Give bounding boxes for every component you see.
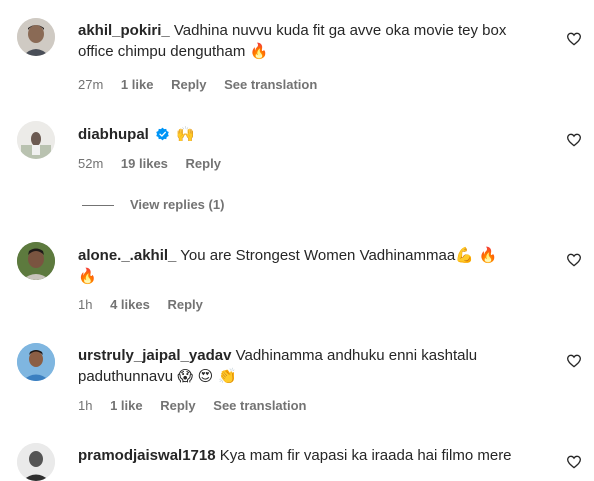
like-count[interactable]: 4 likes (110, 297, 150, 312)
comment-username[interactable]: urstruly_jaipal_yadav (78, 347, 231, 364)
comment-time[interactable]: 27m (78, 77, 103, 92)
comment-time[interactable]: 52m (78, 156, 103, 171)
comment-time[interactable]: 1h (78, 398, 92, 413)
comment-body: pramodjaiswal1718 Kya mam fir vapasi ka … (78, 446, 556, 466)
like-count[interactable]: 19 likes (121, 156, 168, 171)
emoji-group: 😱 😍 👏 (177, 367, 237, 385)
fire-emoji: 🔥 (249, 42, 269, 60)
comment-meta: 52m 19 likes Reply (78, 156, 235, 172)
comment-text-cont: office chimpu dengutham (78, 43, 246, 60)
avatar[interactable] (17, 242, 55, 280)
heart-icon[interactable] (566, 252, 582, 268)
comment-meta: 1h 1 like Reply See translation (78, 398, 320, 414)
like-count[interactable]: 1 like (110, 398, 143, 413)
avatar[interactable] (17, 343, 55, 381)
avatar-image (17, 121, 55, 159)
comment-meta: 1h 4 likes Reply (78, 297, 217, 313)
see-translation-button[interactable]: See translation (213, 398, 306, 413)
view-replies-button[interactable]: View replies (1) (82, 197, 224, 213)
avatar[interactable] (17, 443, 55, 481)
heart-icon[interactable] (566, 132, 582, 148)
avatar-image (17, 443, 55, 481)
comment-time[interactable]: 1h (78, 297, 92, 312)
view-replies-line (82, 205, 114, 207)
verified-badge-icon (156, 127, 169, 141)
comment-text: Kya mam fir vapasi ka iraada hai filmo m… (219, 447, 512, 464)
comment-body: diabhupal 🙌 (78, 124, 556, 145)
reply-button[interactable]: Reply (167, 297, 202, 312)
comment-username[interactable]: alone._.akhil_ (78, 247, 176, 264)
avatar[interactable] (17, 121, 55, 159)
comment-text: Vadhina nuvvu kuda fit ga avve oka movie… (173, 22, 507, 39)
avatar[interactable] (17, 18, 55, 56)
comment-body: akhil_pokiri_ Vadhina nuvvu kuda fit ga … (78, 21, 556, 62)
like-count[interactable]: 1 like (121, 77, 154, 92)
fire-emoji: 🔥 (78, 267, 97, 285)
comment-text: Vadhinamma andhuku enni kashtalu (235, 347, 478, 364)
comment-username[interactable]: akhil_pokiri_ (78, 22, 170, 39)
comment-text: You are Strongest Women Vadhinammaa (180, 247, 456, 264)
heart-icon[interactable] (566, 454, 582, 470)
view-replies-label[interactable]: View replies (1) (130, 197, 224, 212)
see-translation-button[interactable]: See translation (224, 77, 317, 92)
avatar-image (17, 242, 55, 280)
avatar-image (17, 18, 55, 56)
reply-button[interactable]: Reply (171, 77, 206, 92)
emoji-group: 💪 🔥 (455, 246, 498, 264)
comment-username[interactable]: pramodjaiswal1718 (78, 447, 216, 464)
comment-meta: 27m 1 like Reply See translation (78, 77, 331, 93)
comment-text-cont: paduthunnavu (78, 368, 174, 385)
reply-button[interactable]: Reply (160, 398, 195, 413)
heart-icon[interactable] (566, 353, 582, 369)
avatar-image (17, 343, 55, 381)
comment-body: alone._.akhil_ You are Strongest Women V… (78, 245, 556, 287)
heart-icon[interactable] (566, 31, 582, 47)
raising-hands-emoji: 🙌 (176, 125, 195, 143)
reply-button[interactable]: Reply (186, 156, 221, 171)
comment-username[interactable]: diabhupal (78, 126, 149, 143)
comment-body: urstruly_jaipal_yadav Vadhinamma andhuku… (78, 346, 556, 387)
